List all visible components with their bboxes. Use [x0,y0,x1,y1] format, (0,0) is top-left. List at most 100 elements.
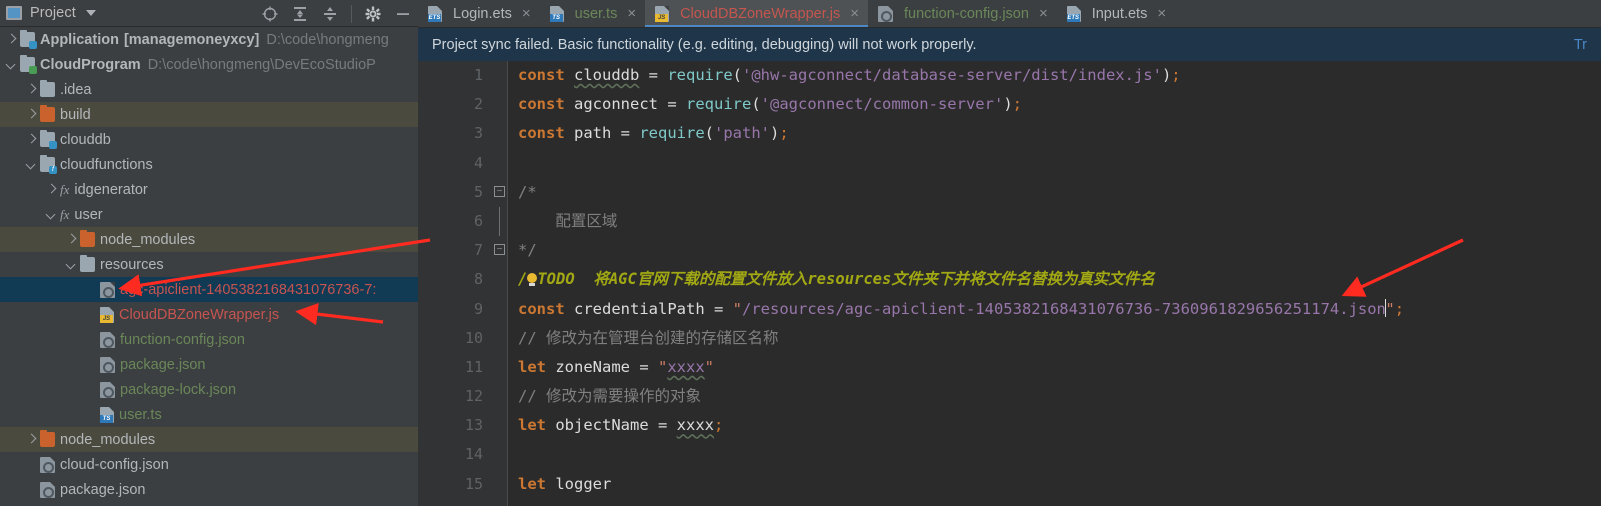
editor-tab[interactable]: JS CloudDBZoneWrapper.js × [645,0,868,27]
line-number: 14 [464,445,483,464]
project-tree[interactable]: Application [managemoneyxcy] D:\code\hongm… [0,27,418,502]
code-token: ) [1003,95,1013,114]
folder-icon [20,55,37,74]
chevron-down-icon[interactable] [26,159,38,171]
tree-row[interactable]: agc-apiclient-1405382168431076736-7: [0,277,418,302]
file-type-tag: TS [100,414,113,423]
line-number: 11 [464,357,483,376]
json-file-icon [100,381,115,398]
tree-row[interactable]: cloud-config.json [0,452,418,477]
line-number: 12 [464,387,483,406]
tree-row-label: node_modules [60,431,156,448]
ide-window: Project Application [managemoneyxcy] D:\… [0,0,1601,506]
editor-tab[interactable]: ETS Input.ets × [1057,0,1175,27]
tree-row[interactable]: CloudProgram D:\code\hongmeng\DevEcoStudi… [0,52,418,77]
tree-row-label: CloudProgram [40,56,141,73]
close-icon[interactable]: × [1039,6,1048,21]
collapse-all-icon[interactable] [321,5,339,23]
chevron-down-icon[interactable] [46,209,58,221]
tree-row[interactable]: .idea [0,77,418,102]
editor-tab[interactable]: TS user.ts × [540,0,645,27]
notification-action-link[interactable]: Tr [1574,37,1587,53]
line-number: 5 [473,182,483,201]
tree-row-label: agc-apiclient-1405382168431076736-7: [120,281,377,298]
fold-cell [492,265,507,294]
code-token: / [518,270,528,289]
tree-row[interactable]: fx idgenerator [0,177,418,202]
tree-row[interactable]: function-config.json [0,327,418,352]
locate-icon[interactable] [261,5,279,23]
chevron-down-icon[interactable] [6,59,18,71]
tree-row[interactable]: package.json [0,352,418,377]
tree-row-label: idgenerator [74,181,148,198]
tree-row[interactable]: f cloudfunctions [0,152,418,177]
chevron-right-icon[interactable] [26,109,38,121]
code-token: '@hw-agconnect/database-server/dist/inde… [742,66,1162,84]
json-file-icon [40,481,55,498]
chevron-right-icon[interactable] [26,434,38,446]
fold-toggle-icon[interactable]: − [494,185,505,197]
fold-toggle-icon[interactable]: − [494,244,505,256]
json-braces [881,10,892,22]
code-line: const path = require('path'); [518,119,1601,148]
chevron-right-icon[interactable] [26,84,38,96]
gear-icon[interactable] [364,5,382,23]
lightbulb-icon[interactable] [527,273,538,287]
close-icon[interactable]: × [1157,6,1166,21]
tree-row[interactable]: package-lock.json [0,377,418,402]
tree-row[interactable]: TS user.ts [0,402,418,427]
chevron-right-icon[interactable] [66,234,78,246]
expand-all-icon[interactable] [291,5,309,23]
twisty-placeholder [86,309,98,321]
code-token: const [518,66,565,84]
code-editor[interactable]: 1 2 3 4 5 6 7 8 9 10 11 12 13 14 15 − − const clouddb =… [418,61,1601,506]
code-line: 配置区域 [518,207,1601,236]
editor-tab-label: user.ts [574,5,618,22]
json-braces [103,361,114,373]
tree-row[interactable]: clouddb [0,127,418,152]
line-number: 13 [464,416,483,435]
tree-row[interactable]: build [0,102,418,127]
close-icon[interactable]: × [522,6,531,21]
code-token: zoneName = [546,357,658,376]
tree-row[interactable]: Application [managemoneyxcy] D:\code\hongm… [0,27,418,52]
code-token: // 修改为在管理台创建的存储区名称 [518,328,779,347]
code-token: let [518,474,546,493]
code-token: objectName = [546,416,677,435]
chevron-right-icon[interactable] [46,184,58,196]
tree-row-path: D:\code\hongmeng\DevEcoStudioP [147,56,376,73]
chevron-down-icon[interactable] [85,10,96,16]
tree-row[interactable]: node_modules [0,427,418,452]
tree-row[interactable]: fx user [0,202,418,227]
tree-row[interactable]: resources [0,252,418,277]
json-file-icon [878,5,893,22]
tree-row-label: Application [40,31,119,48]
close-icon[interactable]: × [627,6,636,21]
json-braces [43,461,54,473]
minimize-icon[interactable] [394,5,412,23]
line-number: 15 [464,474,483,493]
ets-file-icon: ETS [428,5,442,22]
code-text[interactable]: const clouddb = require('@hw-agconnect/d… [508,61,1601,506]
editor-tabbar[interactable]: ETS Login.ets × TS user.ts × JS CloudDBZoneWrap… [418,0,1601,28]
tree-row[interactable]: package.json [0,477,418,502]
editor-tab[interactable]: function-config.json × [868,0,1057,27]
close-icon[interactable]: × [850,6,859,21]
chevron-down-icon[interactable] [66,259,78,271]
fold-cell: − [492,236,507,265]
chevron-right-icon[interactable] [26,134,38,146]
fold-gutter[interactable]: − − [492,61,508,506]
fold-cell [492,324,507,353]
code-line: /* [518,178,1601,207]
editor-tab[interactable]: ETS Login.ets × [418,0,540,27]
tree-row[interactable]: node_modules [0,227,418,252]
project-panel-toolbar [261,0,412,27]
code-token: /resources/agc-apiclient-140538216843107… [742,299,1386,318]
tree-row[interactable]: JS CloudDBZoneWrapper.js [0,302,418,327]
project-panel-title: Project [30,5,76,21]
chevron-right-icon[interactable] [6,34,18,46]
module-badge [29,66,37,74]
tree-row-label: resources [100,256,164,273]
tree-row-label: package-lock.json [120,381,237,398]
